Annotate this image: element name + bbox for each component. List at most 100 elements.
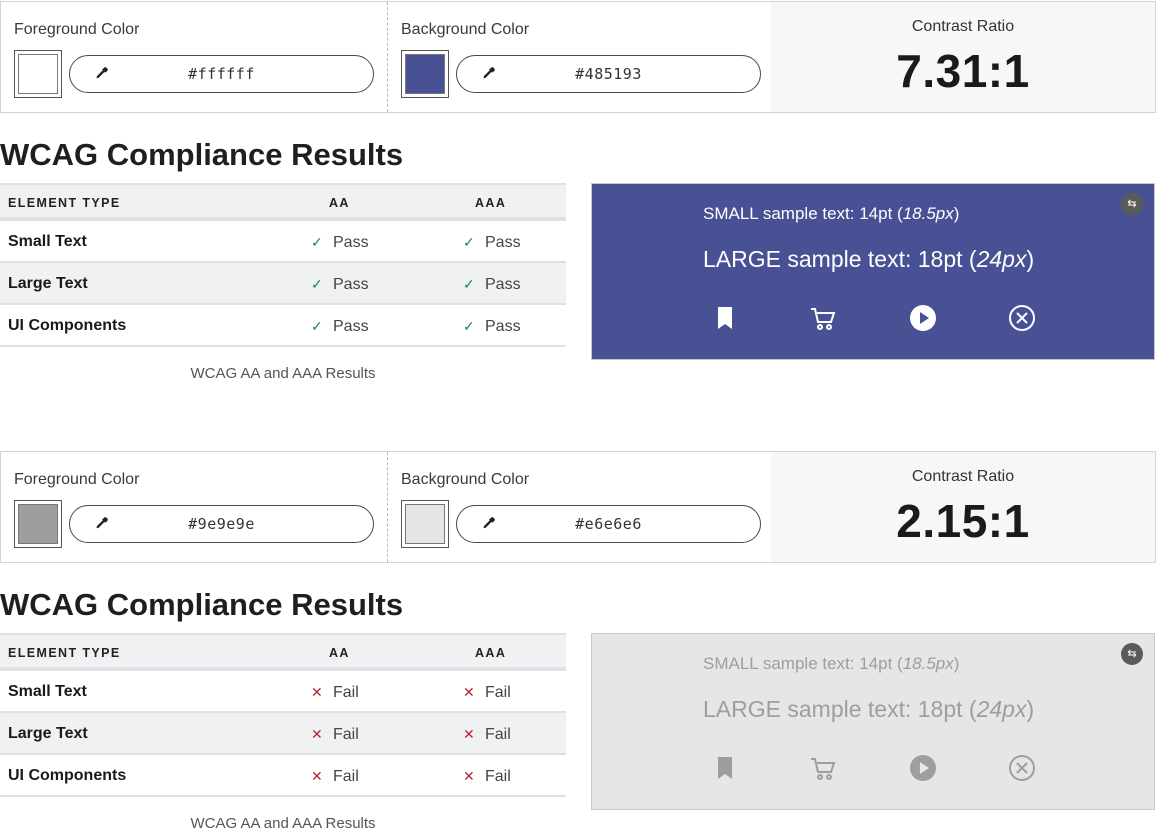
table-row: UI Components ✕ Fail ✕ Fail [0, 755, 566, 797]
column-header-aa: AA [329, 196, 350, 210]
foreground-hex-value[interactable]: #9e9e9e [70, 515, 373, 533]
sample-preview-panel: ⇆ SMALL sample text: 14pt (18.5px) LARGE… [591, 633, 1155, 810]
check-icon: ✓ [463, 318, 475, 334]
contrast-ratio-value: 7.31:1 [896, 45, 1030, 97]
small-sample-text: SMALL sample text: 14pt (18.5px) [703, 204, 960, 223]
table-row: Large Text ✕ Fail ✕ Fail [0, 713, 566, 755]
aa-result: ✕ Fail [311, 768, 359, 785]
element-type-name: Small Text [8, 233, 87, 250]
aaa-result: ✕ Fail [463, 684, 511, 701]
contrast-ratio-label: Contrast Ratio [911, 468, 1015, 485]
table-row: Small Text ✓ Pass ✓ Pass [0, 221, 566, 263]
check-icon: ✓ [311, 234, 323, 250]
sample-preview-panel: ⇆ SMALL sample text: 14pt (18.5px) LARGE… [591, 183, 1155, 360]
check-icon: ✓ [463, 276, 475, 292]
aaa-result: ✓ Pass [463, 234, 521, 251]
column-header-aa: AA [329, 646, 350, 660]
sample-icon-row [592, 304, 1154, 334]
bookmark-icon [711, 304, 739, 332]
table-row: Small Text ✕ Fail ✕ Fail [0, 671, 566, 713]
background-color-swatch[interactable] [401, 50, 449, 98]
aaa-result: ✕ Fail [463, 768, 511, 785]
color-picker-bar: Foreground Color #ffffff Background Colo… [0, 1, 1156, 113]
element-type-name: UI Components [8, 317, 127, 334]
results-title: WCAG Compliance Results [0, 137, 404, 172]
contrast-ratio-panel: Contrast Ratio 2.15:1 [771, 452, 1155, 562]
x-icon: ✕ [311, 684, 323, 700]
foreground-color-field: Foreground Color #ffffff [1, 2, 387, 112]
results-table: ELEMENT TYPE AA AAA Small Text ✓ Pass ✓ Pass… [0, 183, 566, 382]
small-sample-text: SMALL sample text: 14pt (18.5px) [703, 654, 960, 673]
contrast-ratio-panel: Contrast Ratio 7.31:1 [771, 2, 1155, 112]
contrast-ratio-label: Contrast Ratio [911, 18, 1015, 35]
background-hex-input[interactable]: #e6e6e6 [456, 505, 761, 543]
element-type-name: Small Text [8, 683, 87, 700]
bookmark-icon [711, 754, 739, 782]
results-caption: WCAG AA and AAA Results [190, 365, 376, 382]
large-sample-text: LARGE sample text: 18pt (24px) [703, 246, 1035, 272]
background-swatch-fill [405, 504, 445, 544]
results-title: WCAG Compliance Results [0, 587, 404, 622]
aa-result: ✓ Pass [311, 234, 369, 251]
background-color-field: Background Color #485193 [387, 2, 771, 112]
aa-result: ✕ Fail [311, 726, 359, 743]
foreground-color-label: Foreground Color [14, 21, 140, 38]
aa-result: ✓ Pass [311, 276, 369, 293]
foreground-hex-value[interactable]: #ffffff [70, 65, 373, 83]
background-color-field: Background Color #e6e6e6 [387, 452, 771, 562]
background-color-swatch[interactable] [401, 500, 449, 548]
results-table: ELEMENT TYPE AA AAA Small Text ✕ Fail ✕ Fail… [0, 633, 566, 831]
sample-icon-row [592, 754, 1154, 784]
cart-icon [809, 304, 837, 332]
aa-result: ✕ Fail [311, 684, 359, 701]
table-header: ELEMENT TYPE AA AAA [0, 633, 566, 671]
check-icon: ✓ [311, 318, 323, 334]
foreground-swatch-fill [18, 504, 58, 544]
swap-icon[interactable]: ⇆ [1121, 193, 1143, 215]
column-header-element-type: ELEMENT TYPE [8, 646, 121, 660]
x-icon: ✕ [311, 726, 323, 742]
element-type-name: UI Components [8, 767, 127, 784]
background-swatch-fill [405, 54, 445, 94]
play-icon [909, 304, 937, 332]
column-header-aaa: AAA [475, 646, 507, 660]
aaa-result: ✓ Pass [463, 318, 521, 335]
check-icon: ✓ [311, 276, 323, 292]
foreground-hex-input[interactable]: #9e9e9e [69, 505, 374, 543]
check-icon: ✓ [463, 234, 475, 250]
large-sample-text: LARGE sample text: 18pt (24px) [703, 696, 1035, 722]
foreground-color-swatch[interactable] [14, 50, 62, 98]
results-caption: WCAG AA and AAA Results [190, 815, 376, 831]
x-icon: ✕ [463, 726, 475, 742]
element-type-name: Large Text [8, 725, 88, 742]
column-header-element-type: ELEMENT TYPE [8, 196, 121, 210]
foreground-swatch-fill [18, 54, 58, 94]
aaa-result: ✓ Pass [463, 276, 521, 293]
x-icon: ✕ [463, 684, 475, 700]
cart-icon [809, 754, 837, 782]
aa-result: ✓ Pass [311, 318, 369, 335]
table-row: Large Text ✓ Pass ✓ Pass [0, 263, 566, 305]
play-icon [909, 754, 937, 782]
swap-icon[interactable]: ⇆ [1121, 643, 1143, 665]
column-header-aaa: AAA [475, 196, 507, 210]
foreground-hex-input[interactable]: #ffffff [69, 55, 374, 93]
element-type-name: Large Text [8, 275, 88, 292]
table-header: ELEMENT TYPE AA AAA [0, 183, 566, 221]
x-icon: ✕ [311, 768, 323, 784]
x-icon: ✕ [463, 768, 475, 784]
foreground-color-swatch[interactable] [14, 500, 62, 548]
background-color-label: Background Color [401, 21, 530, 38]
color-picker-bar: Foreground Color #9e9e9e Background Colo… [0, 451, 1156, 563]
close-circle-icon [1008, 304, 1036, 332]
contrast-ratio-value: 2.15:1 [896, 495, 1030, 547]
background-hex-input[interactable]: #485193 [456, 55, 761, 93]
aaa-result: ✕ Fail [463, 726, 511, 743]
close-circle-icon [1008, 754, 1036, 782]
background-hex-value[interactable]: #e6e6e6 [457, 515, 760, 533]
background-color-label: Background Color [401, 471, 530, 488]
foreground-color-label: Foreground Color [14, 471, 140, 488]
foreground-color-field: Foreground Color #9e9e9e [1, 452, 387, 562]
background-hex-value[interactable]: #485193 [457, 65, 760, 83]
table-row: UI Components ✓ Pass ✓ Pass [0, 305, 566, 347]
